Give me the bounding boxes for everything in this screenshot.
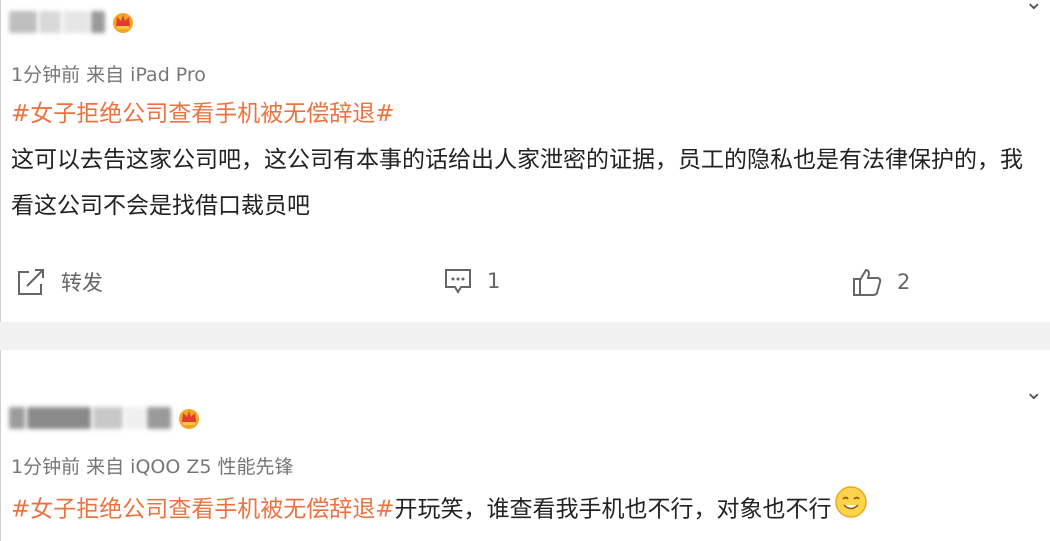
user-header	[9, 406, 201, 430]
comment-text: #女子拒绝公司查看手机被无偿辞退#开玩笑，谁查看我手机也不行，对象也不行	[11, 485, 1041, 535]
thumbs-up-icon	[853, 268, 882, 296]
user-header	[9, 10, 135, 34]
repost-icon	[18, 269, 44, 295]
comment-text: 这可以去告这家公司吧，这公司有本事的话给出人家泄密的证据，员工的隐私也是有法律保…	[11, 147, 1023, 219]
hashtag-link[interactable]: #女子拒绝公司查看手机被无偿辞退#	[11, 497, 395, 523]
repost-label: 转发	[61, 271, 103, 295]
crown-badge-icon	[111, 10, 135, 34]
username-blurred[interactable]	[147, 407, 171, 429]
hashtag-link[interactable]: #女子拒绝公司查看手机被无偿辞退#	[11, 96, 395, 132]
chevron-down-icon[interactable]: ⌄	[1025, 382, 1043, 404]
post-meta: 1分钟前 来自 iPad Pro	[11, 64, 206, 86]
like-count: 2	[897, 270, 911, 294]
username-blurred[interactable]	[91, 11, 105, 33]
section-divider	[0, 322, 1050, 350]
username-blurred[interactable]	[63, 11, 89, 33]
username-blurred[interactable]	[93, 407, 123, 429]
username-blurred[interactable]	[27, 407, 91, 429]
smile-emoji-icon	[834, 485, 868, 535]
comment-button[interactable]: 1	[443, 266, 500, 296]
username-blurred[interactable]	[39, 11, 61, 33]
chevron-down-icon[interactable]: ⌄	[1025, 0, 1043, 14]
action-bar: 转发 1 2	[1, 266, 1050, 306]
username-blurred[interactable]	[125, 407, 145, 429]
comment-icon	[445, 269, 471, 294]
post-meta: 1分钟前 来自 iQOO Z5 性能先锋	[11, 456, 294, 478]
comment-count: 1	[487, 269, 501, 293]
repost-button[interactable]: 转发	[15, 266, 103, 298]
comment-card: ⌄ 1分钟前 来自 iQOO Z5 性能先锋 #女子拒绝公司查看手机被无偿辞退#…	[0, 350, 1050, 541]
username-blurred[interactable]	[9, 407, 25, 429]
comment-card: ⌄ 1分钟前 来自 iPad Pro #女子拒绝公司查看手机被无偿辞退# 这可以…	[0, 0, 1050, 322]
username-blurred[interactable]	[9, 11, 37, 33]
comment-content: 开玩笑，谁查看我手机也不行，对象也不行	[394, 496, 832, 523]
crown-badge-icon	[177, 406, 201, 430]
like-button[interactable]: 2	[851, 266, 910, 298]
